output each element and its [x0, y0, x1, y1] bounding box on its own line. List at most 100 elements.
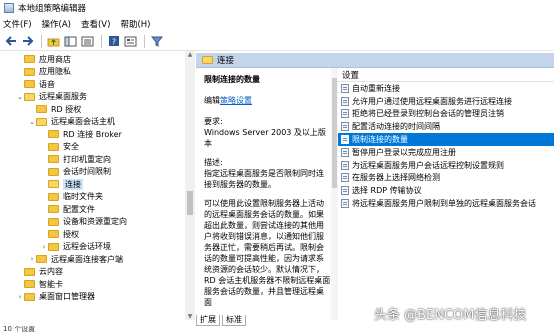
settings-column-header[interactable]: 设置 [338, 68, 554, 82]
tree-item[interactable]: › 远程桌面连接客户端 [28, 253, 123, 265]
setting-row[interactable]: 将远程桌面服务用户限制到单独的远程桌面服务会话 [338, 197, 554, 210]
tree-item-label: 语音 [39, 79, 55, 89]
show-hide-tree-icon[interactable] [63, 34, 78, 49]
scroll-up-icon[interactable]: ▲ [185, 51, 195, 58]
tree-item[interactable]: 智能卡 [16, 278, 63, 290]
tree-item-label: 智能卡 [39, 279, 63, 289]
navigation-tree: 应用商店 应用隐私 语音 ⌄ 远程桌面服务 RD 授权 ⌄ 远程桌面会话主机 RD 连接 Bro… [0, 51, 195, 320]
folder-up-icon[interactable] [46, 34, 61, 49]
tree-scrollbar[interactable]: ▲ ▼ [185, 51, 195, 320]
svg-text:?: ? [111, 38, 115, 47]
setting-label: 拒绝将已经登录到控制台会话的管理员注销 [352, 109, 504, 119]
tree-item[interactable]: 临时文件夹 [40, 191, 103, 203]
tree-item-label: 远程桌面连接客户端 [51, 254, 123, 264]
menu-action[interactable]: 操作(A) [42, 18, 71, 30]
policy-setting-icon [341, 135, 349, 145]
help-icon[interactable]: ? [106, 34, 121, 49]
folder-icon [48, 180, 59, 188]
setting-row[interactable]: 允许用户通过使用远程桌面服务进行远程连接 [338, 95, 554, 108]
folder-icon [48, 242, 59, 251]
expand-arrow-icon[interactable]: › [28, 255, 36, 263]
menu-help[interactable]: 帮助(H) [120, 18, 150, 30]
folder-icon [48, 192, 59, 201]
requirements-label: 要求: [204, 117, 223, 126]
setting-label: 配置活动连接的时间间隔 [352, 122, 440, 132]
folder-icon [24, 55, 35, 63]
tree-item[interactable]: 安全 [40, 141, 79, 153]
setting-row[interactable]: 暂停用户登录以完成应用注册 [338, 146, 554, 159]
setting-label: 允许用户通过使用远程桌面服务进行远程连接 [352, 96, 512, 106]
menu-file[interactable]: 文件(F) [3, 18, 32, 30]
policy-heading: 限制连接的数量 [204, 75, 260, 84]
menu-view[interactable]: 查看(V) [81, 18, 110, 30]
description-panel: 限制连接的数量 编辑策略设置 要求: Windows Server 2003 及… [196, 68, 336, 320]
description-scrollbar[interactable] [331, 68, 338, 320]
tree-item[interactable]: 设备和资源重定向 [40, 216, 127, 228]
toolbar-separator [101, 34, 102, 48]
window-title: 本地组策略编辑器 [18, 4, 87, 14]
setting-row[interactable]: 限制连接的数量 [338, 133, 554, 146]
tree-item[interactable]: › 桌面窗口管理器 [16, 291, 95, 303]
tree-item[interactable]: 云内容 [16, 266, 63, 278]
tree-item[interactable]: 应用商店 [16, 53, 71, 65]
requirements-text: Windows Server 2003 及以上版本 [204, 128, 326, 148]
tree-item[interactable]: 配置文件 [40, 203, 95, 215]
toolbar-separator [144, 34, 145, 48]
setting-row[interactable]: 在服务器上选择网络检测 [338, 172, 554, 185]
edit-prefix: 编辑 [204, 96, 220, 105]
title-bar: 本地组策略编辑器 [0, 0, 554, 16]
tree-item[interactable]: 语音 [16, 78, 55, 90]
tree-item-label: RD 连接 Broker [63, 129, 122, 139]
tree-item[interactable]: RD 连接 Broker [40, 128, 122, 140]
export-list-icon[interactable] [80, 34, 95, 49]
edit-policy-link[interactable]: 策略设置 [220, 96, 252, 105]
setting-row[interactable]: 选择 RDP 传输协议 [338, 184, 554, 197]
setting-label: 暂停用户登录以完成应用注册 [352, 147, 456, 157]
tab-standard[interactable]: 标准 [222, 315, 246, 326]
tree-item[interactable]: › 远程会话环境 [40, 241, 111, 253]
properties-icon[interactable] [123, 34, 138, 49]
tree-item[interactable]: 连接 [40, 178, 83, 190]
folder-icon [48, 130, 59, 138]
tree-scroll-thumb[interactable] [187, 191, 193, 215]
tree-item-label: 远程桌面会话主机 [51, 117, 115, 126]
tree-item[interactable]: 打印机重定向 [40, 153, 111, 165]
tree-item-label: 远程桌面服务 [39, 92, 87, 101]
tree-item-label: RD 授权 [51, 104, 82, 114]
description-scroll-thumb[interactable] [332, 78, 337, 188]
scroll-down-icon[interactable]: ▼ [185, 313, 195, 320]
tree-item[interactable]: 应用隐私 [16, 66, 71, 78]
setting-label: 将远程桌面服务用户限制到单独的远程桌面服务会话 [352, 199, 536, 209]
tree-item-label: 会话时间限制 [63, 167, 111, 176]
edit-policy-line: 编辑策略设置 [204, 95, 331, 106]
tab-extended[interactable]: 扩展 [196, 315, 220, 326]
expand-arrow-icon[interactable]: › [40, 243, 48, 251]
policy-setting-icon [341, 83, 349, 93]
pane-header: 连接 [196, 53, 554, 68]
setting-row[interactable]: 拒绝将已经登录到控制台会话的管理员注销 [338, 108, 554, 121]
status-bar: 10 个设置 [3, 326, 36, 333]
folder-icon [24, 92, 35, 101]
setting-row[interactable]: 自动重新连接 [338, 82, 554, 95]
tree-item[interactable]: 授权 [40, 228, 79, 240]
folder-icon [24, 80, 35, 88]
folder-icon [48, 155, 59, 163]
policy-setting-icon [341, 147, 349, 157]
settings-list: 设置 自动重新连接 允许用户通过使用远程桌面服务进行远程连接 拒绝将已经登录到控制台… [338, 68, 554, 320]
tree-item[interactable]: 会话时间限制 [40, 166, 111, 178]
tree-item-label: 连接 [63, 178, 83, 190]
tree-item-label: 临时文件夹 [63, 192, 103, 201]
expand-arrow-icon[interactable]: › [16, 293, 24, 301]
forward-arrow-icon[interactable] [20, 34, 35, 49]
tree-item[interactable]: RD 授权 [28, 103, 81, 115]
tree-item[interactable]: ⌄ 远程桌面服务 [16, 91, 87, 103]
setting-row[interactable]: 配置活动连接的时间间隔 [338, 120, 554, 133]
filter-icon[interactable] [149, 34, 164, 49]
folder-icon [24, 280, 35, 288]
collapse-arrow-icon[interactable]: ⌄ [28, 118, 36, 126]
setting-row[interactable]: 为远程桌面服务用户会话远程控制设置规则 [338, 159, 554, 172]
back-arrow-icon[interactable] [3, 34, 18, 49]
tree-item[interactable]: ⌄ 远程桌面会话主机 [28, 116, 115, 128]
collapse-arrow-icon[interactable]: ⌄ [16, 93, 24, 101]
toolbar-separator [41, 34, 42, 48]
